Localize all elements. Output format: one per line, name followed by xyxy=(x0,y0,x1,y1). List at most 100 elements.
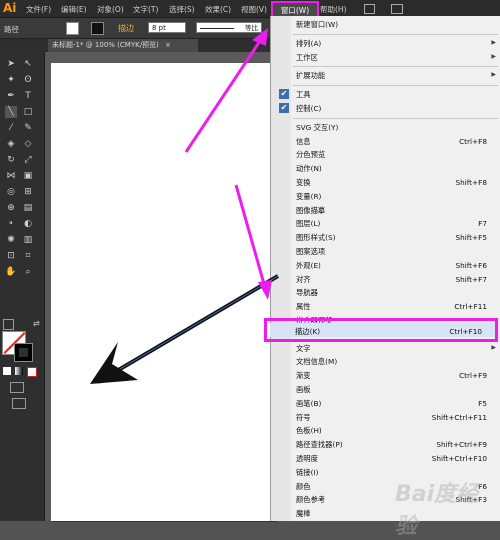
perspective-grid-icon[interactable]: ⊞ xyxy=(22,186,34,198)
menu-item-label: 信息 xyxy=(296,136,311,146)
menu-item-label: 动作(N) xyxy=(296,164,322,174)
artboard-tool-icon[interactable]: ⊡ xyxy=(5,250,17,262)
pencil-icon[interactable]: ✎ xyxy=(22,122,34,134)
slice-tool-icon[interactable]: ⌗ xyxy=(22,250,34,262)
menu-item-14[interactable]: 变换 Shift+F8 xyxy=(271,176,500,189)
none-mode-icon[interactable] xyxy=(27,367,37,377)
menu-item-10[interactable]: SVG 交互(Y) xyxy=(271,121,500,134)
menu-item-7[interactable]: ✔ 工具 xyxy=(271,88,500,101)
rectangle-tool-icon[interactable]: □ xyxy=(22,106,34,118)
menu-select[interactable]: 选择(S) xyxy=(169,4,195,15)
type-tool-icon[interactable]: T xyxy=(22,90,34,102)
blend-tool-icon[interactable]: ◐ xyxy=(22,218,34,230)
menu-item-5[interactable]: 扩展功能 ▶ xyxy=(271,69,500,82)
stroke-profile-line xyxy=(200,28,234,29)
menu-effect[interactable]: 效果(C) xyxy=(205,4,231,15)
screen-mode-icon[interactable] xyxy=(12,398,26,409)
menu-item-16[interactable]: 图像描摹 xyxy=(271,204,500,217)
menu-item-21[interactable]: 对齐 Shift+F7 xyxy=(271,273,500,286)
gradient-tool-icon[interactable]: ▤ xyxy=(22,202,34,214)
menu-item-22[interactable]: 导航器 xyxy=(271,286,500,299)
artboard[interactable] xyxy=(51,63,276,521)
stroke-weight-field[interactable]: 8 pt xyxy=(148,22,186,33)
eyedropper-icon[interactable]: ⁍ xyxy=(5,218,17,230)
menu-item-shortcut: F7 xyxy=(478,219,487,229)
scale-tool-icon[interactable]: ⤢ xyxy=(22,154,34,166)
stroke-color-box[interactable] xyxy=(14,343,33,362)
menu-item-label: 工作区 xyxy=(296,52,318,62)
pen-tool-icon[interactable]: ✒ xyxy=(5,90,17,102)
direct-selection-tool-icon[interactable]: ↖ xyxy=(22,58,34,70)
line-tool-icon[interactable]: ╲ xyxy=(5,106,17,118)
menu-item-27[interactable]: 文档信息(M) xyxy=(271,355,500,368)
menu-item-28[interactable]: 渐变 Ctrl+F9 xyxy=(271,369,500,382)
menu-item-33[interactable]: 路径查找器(P) Shift+Ctrl+F9 xyxy=(271,438,500,451)
menu-item-12[interactable]: 分色预览 xyxy=(271,148,500,161)
menu-item-23[interactable]: 属性 Ctrl+F11 xyxy=(271,300,500,313)
lasso-icon[interactable]: ʘ xyxy=(22,74,34,86)
zoom-tool-icon[interactable]: ⌕ xyxy=(22,266,34,278)
mesh-tool-icon[interactable]: ⊕ xyxy=(5,202,17,214)
menu-item-label: 新建窗口(W) xyxy=(296,20,339,29)
drawing-mode-icon[interactable] xyxy=(10,382,24,393)
symbol-sprayer-icon[interactable]: ✺ xyxy=(5,234,17,246)
stroke-profile-select[interactable]: 等比 xyxy=(196,22,262,33)
menu-edit[interactable]: 编辑(E) xyxy=(61,4,87,15)
menu-item-label: 颜色 xyxy=(296,481,311,491)
menu-help[interactable]: 帮助(H) xyxy=(320,4,347,15)
graph-tool-icon[interactable]: ▥ xyxy=(22,234,34,246)
menu-type[interactable]: 文字(T) xyxy=(133,4,158,15)
gradient-mode-icon[interactable] xyxy=(15,367,23,375)
close-tab-icon[interactable]: × xyxy=(165,41,171,49)
selection-tool-icon[interactable]: ➤ xyxy=(5,58,17,70)
hand-tool-icon[interactable]: ✋ xyxy=(5,266,17,278)
menu-item-label: 画笔(B) xyxy=(296,398,322,408)
menu-separator xyxy=(293,33,498,35)
stroke-swatch[interactable] xyxy=(91,22,104,35)
menu-item-shortcut: Shift+Ctrl+F11 xyxy=(431,412,487,422)
menu-item-8[interactable]: ✔ 控制(C) xyxy=(271,102,500,115)
fill-swatch[interactable] xyxy=(66,22,79,35)
bridge-icon[interactable] xyxy=(364,4,375,14)
shape-builder-icon[interactable]: ◎ xyxy=(5,186,17,198)
menu-item-20[interactable]: 外观(E) Shift+F6 xyxy=(271,259,500,272)
menu-item-32[interactable]: 色板(H) xyxy=(271,424,500,437)
menu-separator xyxy=(293,117,498,119)
menu-item-11[interactable]: 信息 Ctrl+F8 xyxy=(271,135,500,148)
document-tab[interactable]: 未标题-1* @ 100% (CMYK/预览) × xyxy=(48,39,198,52)
free-transform-icon[interactable]: ▣ xyxy=(22,170,34,182)
eraser-icon[interactable]: ◇ xyxy=(22,138,34,150)
blob-brush-icon[interactable]: ◈ xyxy=(5,138,17,150)
menu-item-18[interactable]: 图形样式(S) Shift+F5 xyxy=(271,231,500,244)
menu-item-34[interactable]: 透明度 Shift+Ctrl+F10 xyxy=(271,452,500,465)
default-colors-icon[interactable] xyxy=(3,319,14,330)
menu-item-2[interactable]: 排列(A) ▶ xyxy=(271,37,500,50)
color-mode-icon[interactable] xyxy=(3,367,11,375)
width-tool-icon[interactable]: ⋈ xyxy=(5,170,17,182)
menu-view[interactable]: 视图(V) xyxy=(241,4,267,15)
menu-item-0[interactable]: 新建窗口(W) xyxy=(271,18,500,31)
watermark: Bai度经验 xyxy=(395,482,479,539)
rotate-tool-icon[interactable]: ↻ xyxy=(5,154,17,166)
menu-file[interactable]: 文件(F) xyxy=(26,4,51,15)
menu-item-stroke-overlay[interactable]: 描边(K) Ctrl+F10 xyxy=(270,326,496,340)
menu-object[interactable]: 对象(O) xyxy=(97,4,124,15)
menu-item-31[interactable]: 符号 Shift+Ctrl+F11 xyxy=(271,411,500,424)
arrange-documents-icon[interactable] xyxy=(391,4,403,14)
magic-wand-icon[interactable]: ✦ xyxy=(5,74,17,86)
menu-item-shortcut: Ctrl+F8 xyxy=(459,136,487,146)
menu-item-label: 符号 xyxy=(296,412,311,422)
menu-item-26[interactable]: 文字 ▶ xyxy=(271,342,500,355)
menu-item-label: 图形样式(S) xyxy=(296,233,336,243)
paintbrush-icon[interactable]: ⁄ xyxy=(5,122,17,134)
menu-item-17[interactable]: 图层(L) F7 xyxy=(271,217,500,230)
swap-colors-icon[interactable]: ⇄ xyxy=(33,319,40,328)
stroke-label[interactable]: 描边 xyxy=(118,23,134,34)
menu-item-13[interactable]: 动作(N) xyxy=(271,162,500,175)
menu-item-3[interactable]: 工作区 ▶ xyxy=(271,51,500,64)
menu-item-label: 工具 xyxy=(296,90,311,100)
menu-item-29[interactable]: 画板 xyxy=(271,383,500,396)
menu-item-15[interactable]: 变量(R) xyxy=(271,190,500,203)
menu-item-30[interactable]: 画笔(B) F5 xyxy=(271,397,500,410)
menu-item-19[interactable]: 图案选项 xyxy=(271,245,500,258)
